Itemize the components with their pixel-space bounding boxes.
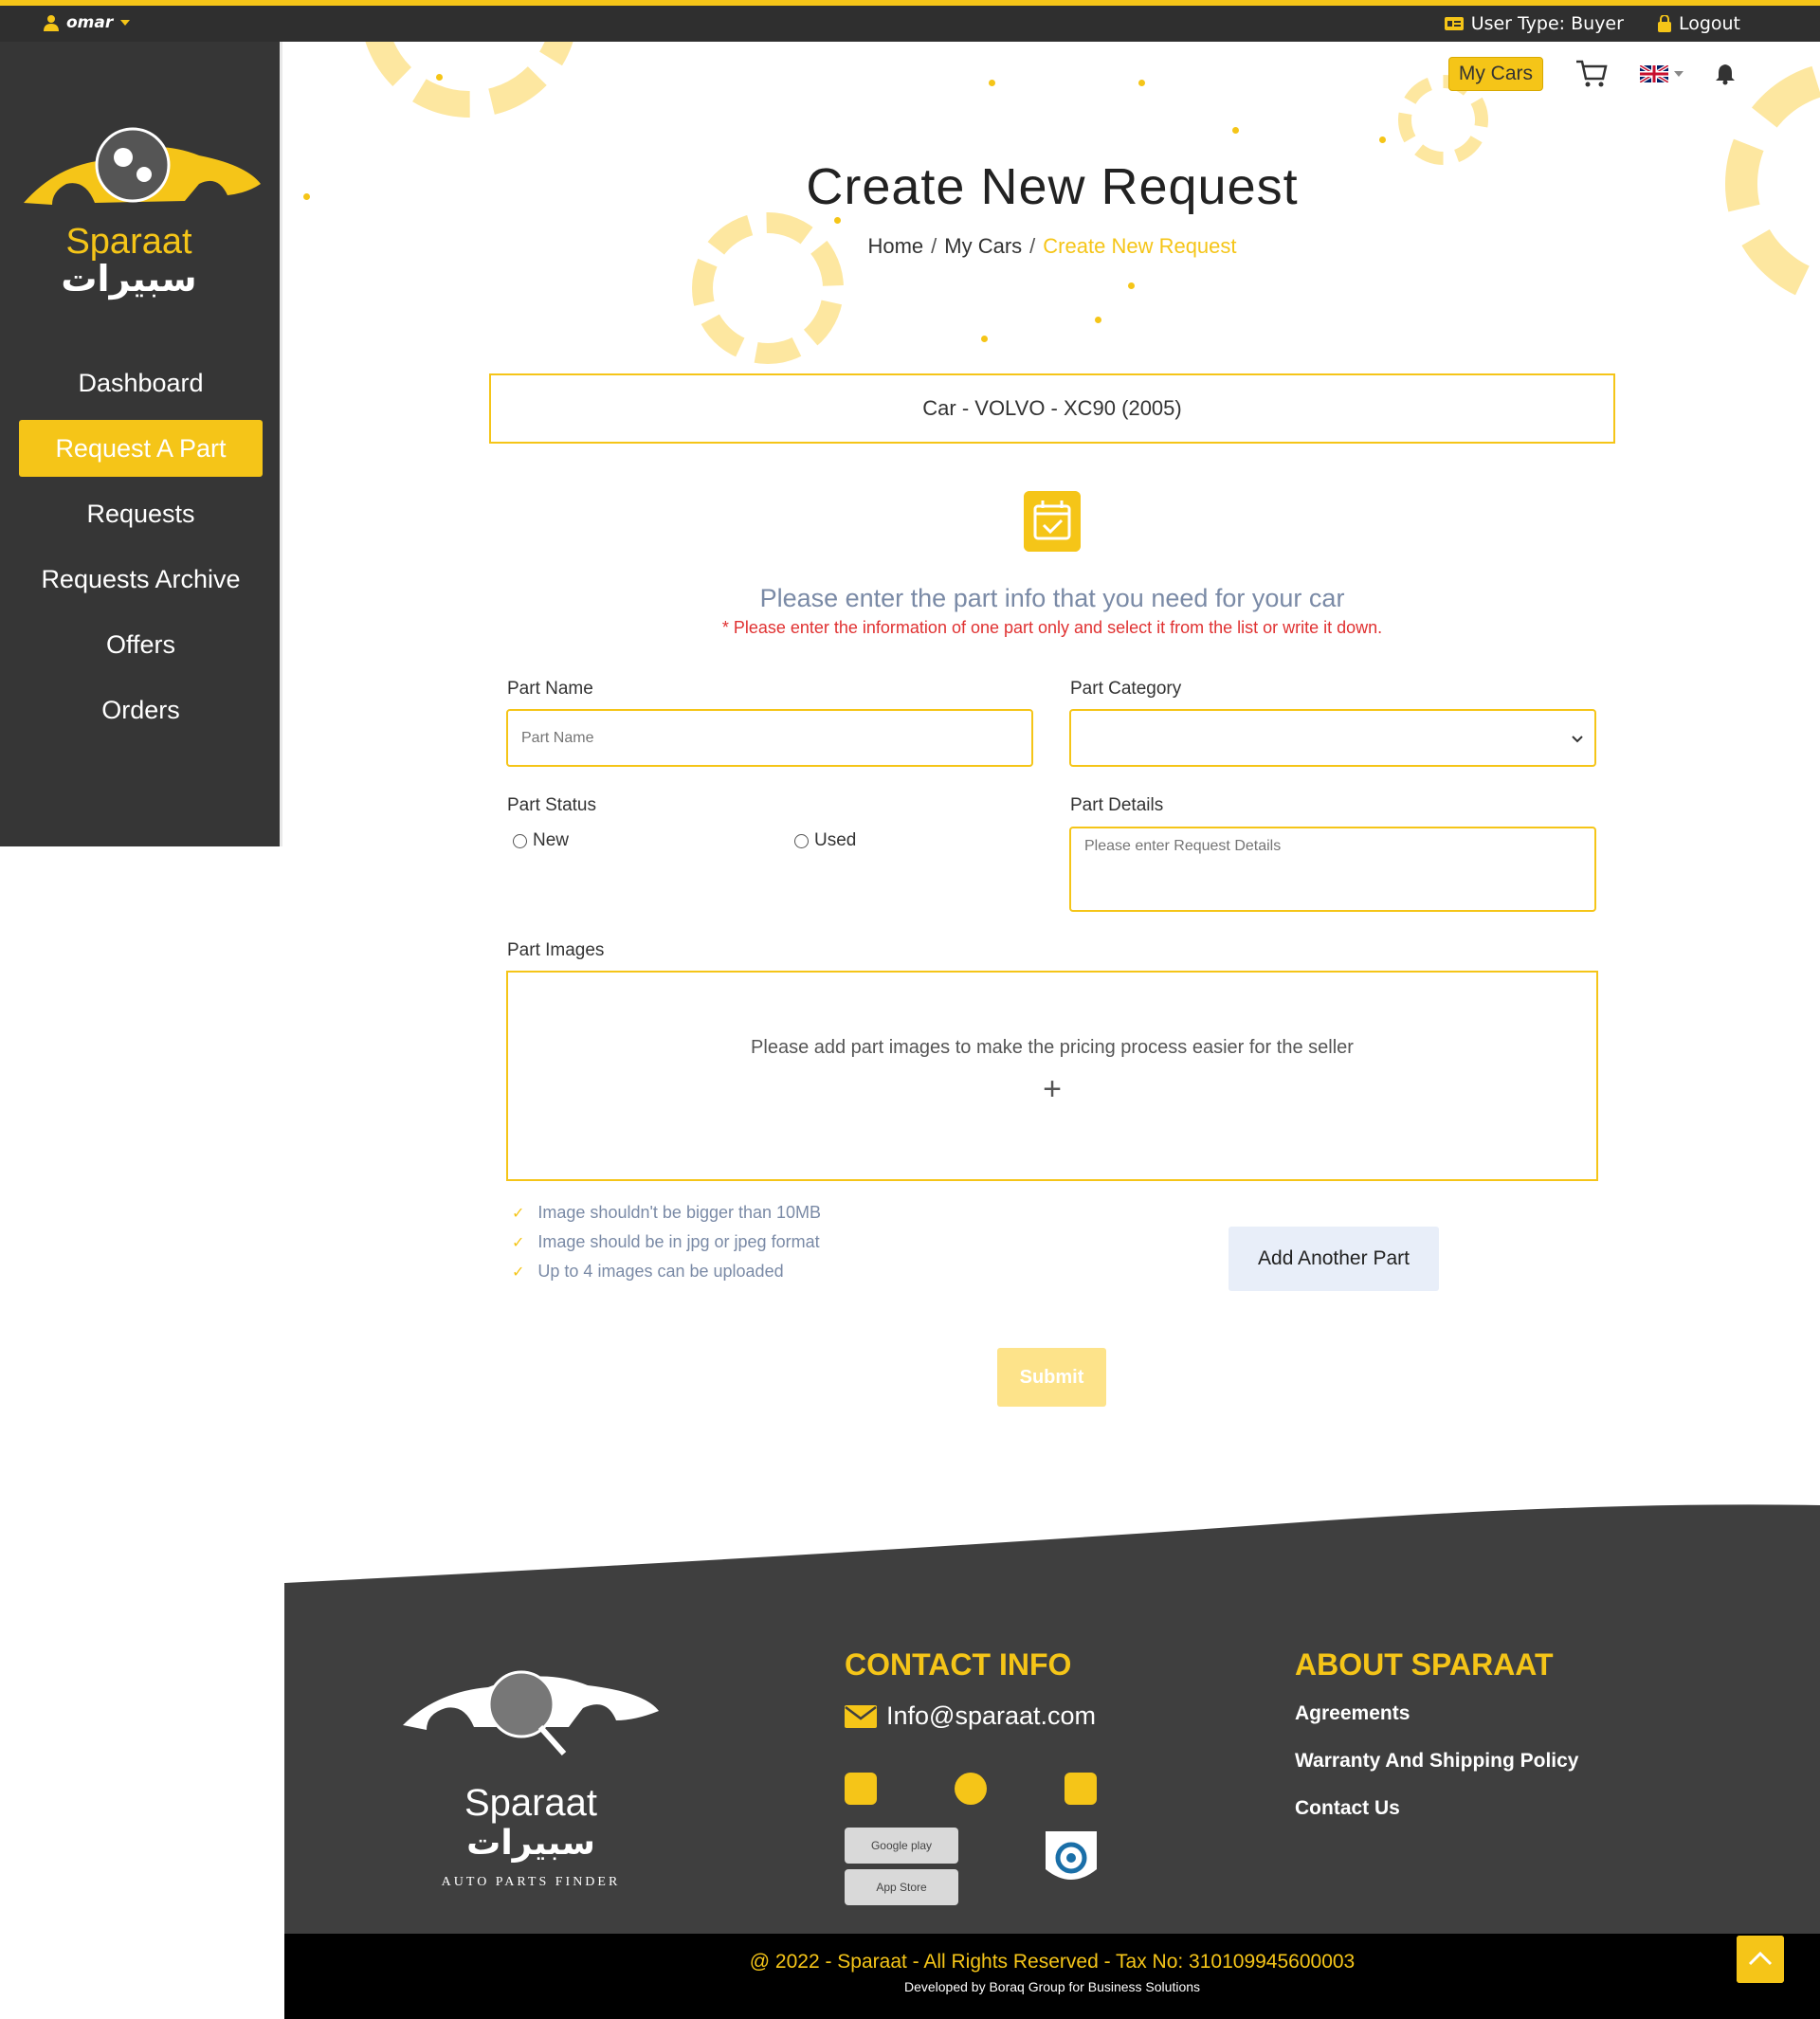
footer-body: Sparaat سبيرات AUTO PARTS FINDER CONTACT… [284,1583,1820,1934]
contact-info-heading: CONTACT INFO [845,1647,1072,1682]
selected-car: Car - VOLVO - XC90 (2005) [489,373,1615,444]
plus-icon[interactable]: + [508,1071,1596,1108]
footer-brand-en: Sparaat [464,1782,598,1824]
top-bar: omar User Type: Buyer Logout [0,0,1820,42]
form-note: * Please enter the information of one pa… [721,618,1383,637]
part-name-input[interactable] [506,709,1033,767]
footer-brand-ar: سبيرات [466,1824,595,1863]
sidebar: Sparaat سبيرات Dashboard Request A Part … [0,42,282,846]
footer-link-agreements[interactable]: Agreements [1295,1702,1410,1725]
part-details-label: Part Details [1070,795,1164,815]
my-cars-button[interactable]: My Cars [1447,57,1543,91]
header-actions: My Cars [1447,57,1735,91]
sidebar-item-offers[interactable]: Offers [19,616,263,673]
sidebar-brand-ar: سبيرات [61,258,197,300]
status-used-radio[interactable]: Used [794,830,856,851]
user-type: User Type: Buyer [1444,13,1624,34]
logout-link[interactable]: Logout [1657,13,1740,34]
part-category-label: Part Category [1070,679,1182,699]
caret-down-icon [120,20,131,26]
maroof-badge-icon[interactable] [1046,1831,1097,1886]
user-type-label: User Type: Buyer [1470,13,1624,34]
logout-label: Logout [1678,13,1740,34]
sidebar-item-dashboard[interactable]: Dashboard [19,355,263,411]
rule-item: ✓ Image shouldn't be bigger than 10MB [512,1203,822,1222]
developer-credit: Developed by Boraq Group for Business So… [903,1979,1201,1994]
image-upload-area[interactable]: Please add part images to make the prici… [506,971,1598,1181]
instagram-icon[interactable] [845,1773,877,1805]
rule-item: ✓ Up to 4 images can be uploaded [512,1262,784,1281]
breadcrumb-current: Create New Request [1043,234,1237,258]
image-rules: ✓ Image shouldn't be bigger than 10MB ✓ Im… [512,1198,821,1286]
footer: Sparaat سبيرات AUTO PARTS FINDER CONTACT… [284,1498,1820,2019]
username: omar [66,13,114,32]
footer-tagline: AUTO PARTS FINDER [441,1875,621,1889]
status-new-label: New [533,830,570,850]
caret-down-icon [1674,71,1684,77]
whatsapp-icon[interactable] [955,1773,987,1805]
status-used-label: Used [814,830,857,850]
check-icon: ✓ [512,1234,525,1251]
sidebar-menu: Dashboard Request A Part Requests Reques… [19,355,263,747]
google-play-badge[interactable]: Google play [845,1828,958,1864]
uk-flag-icon [1640,65,1668,82]
envelope-icon [845,1704,877,1728]
email-text: Info@sparaat.com [886,1701,1097,1730]
sidebar-item-requests[interactable]: Requests [19,485,263,542]
copyright: @ 2022 - Sparaat - All Rights Reserved -… [749,1951,1356,1973]
about-heading: ABOUT SPARAAT [1295,1647,1554,1682]
radio-circle [513,833,527,848]
cart-icon[interactable] [1575,60,1608,88]
part-category-select[interactable] [1069,709,1596,767]
image-upload-hint: Please add part images to make the prici… [751,1037,1354,1058]
sidebar-brand-en: Sparaat [65,222,192,262]
breadcrumb: Home / My Cars / Create New Request [867,234,1237,258]
scroll-to-top-button[interactable] [1737,1936,1784,1983]
bell-icon[interactable] [1716,63,1735,85]
breadcrumb-my-cars[interactable]: My Cars [944,234,1022,258]
lock-icon [1657,15,1671,32]
sidebar-item-request-a-part[interactable]: Request A Part [19,420,263,477]
sidebar-item-requests-archive[interactable]: Requests Archive [19,551,263,608]
sidebar-item-orders[interactable]: Orders [19,682,263,738]
add-another-part-button[interactable]: Add Another Part [1228,1227,1439,1291]
form-intro: Please enter the part info that you need… [759,584,1345,612]
contact-email[interactable]: Info@sparaat.com [845,1701,1096,1731]
footer-link-contact[interactable]: Contact Us [1295,1797,1400,1820]
app-store-badge[interactable]: App Store [845,1869,958,1905]
part-details-textarea[interactable] [1069,827,1596,912]
check-icon: ✓ [512,1205,525,1222]
chevron-down-icon [1572,736,1583,743]
breadcrumb-home[interactable]: Home [867,234,923,258]
footer-link-warranty[interactable]: Warranty And Shipping Policy [1295,1750,1578,1773]
status-new-radio[interactable]: New [513,830,569,851]
part-name-label: Part Name [507,679,593,699]
submit-button[interactable]: Submit [997,1348,1106,1407]
part-images-label: Part Images [507,940,605,960]
user-icon [44,15,59,31]
gear-icon [360,42,578,118]
rule-item: ✓ Image should be in jpg or jpeg format [512,1232,820,1251]
user-menu[interactable]: omar [44,13,131,32]
check-icon: ✓ [512,1264,525,1281]
radio-circle [794,833,809,848]
footer-bottom: @ 2022 - Sparaat - All Rights Reserved -… [284,1934,1820,2019]
footer-logo-icon [403,1670,659,1755]
part-status-label: Part Status [507,795,596,815]
calendar-check-icon [1024,491,1081,552]
snapchat-icon[interactable] [1065,1773,1097,1805]
language-selector[interactable] [1640,65,1684,82]
footer-wave [284,1504,1820,1585]
page-title: Create New Request [806,158,1299,215]
id-card-icon [1444,17,1464,30]
